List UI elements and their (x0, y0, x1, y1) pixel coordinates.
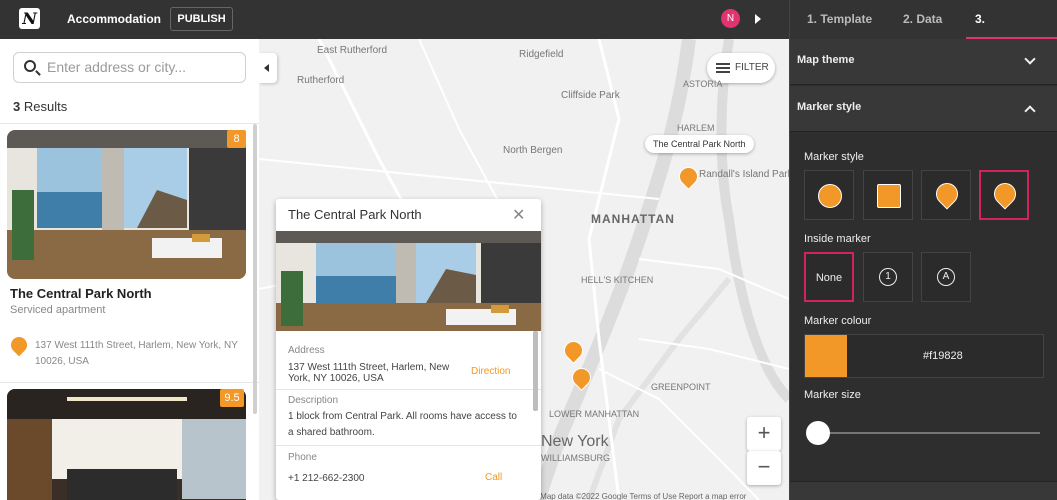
inside-marker-letter[interactable]: A (921, 252, 971, 302)
marker-size-slider[interactable] (810, 432, 1040, 434)
inside-marker-label: Inside marker (804, 233, 871, 245)
listing-image[interactable] (7, 389, 246, 500)
divider (0, 123, 259, 124)
section-title: Marker style (797, 101, 862, 113)
map-label: ASTORIA (683, 79, 723, 89)
marker-style-section[interactable]: Marker style (790, 86, 1057, 132)
listing-address: 137 West 111th Street, Harlem, New York,… (35, 340, 238, 367)
description-label: Description (288, 395, 339, 406)
map-theme-section[interactable]: Map theme (790, 39, 1057, 85)
app-title: Accommodation (67, 12, 162, 26)
circle-marker-icon (818, 184, 842, 208)
popup-address: 137 West 111th Street, Harlem, New York,… (288, 362, 450, 384)
scrollbar[interactable] (253, 124, 257, 414)
divider (0, 382, 259, 383)
rating-badge: 8 (227, 130, 246, 148)
map-label: Randall's Island Park (699, 169, 789, 180)
marker-colour-label: Marker colour (804, 315, 872, 327)
zoom-in-button[interactable]: + (747, 417, 781, 451)
tab-customise[interactable]: 3. Customise (966, 0, 1057, 64)
filter-icon (716, 63, 730, 73)
zoom-out-button[interactable]: − (747, 451, 781, 485)
colour-hex[interactable]: #f19828 (923, 350, 963, 362)
inside-marker-none[interactable]: None (804, 252, 854, 302)
listing-image[interactable] (7, 130, 246, 279)
marker-colour-picker[interactable]: #f19828 (804, 334, 1044, 378)
chevron-down-icon[interactable] (1024, 53, 1036, 65)
marker-style-circle[interactable] (804, 170, 854, 220)
tab-template[interactable]: 1. Template (807, 0, 872, 39)
popup-image (276, 231, 541, 331)
map-label: Cliffside Park (561, 90, 620, 101)
letter-icon: A (937, 268, 955, 286)
chevron-up-icon[interactable] (1024, 105, 1036, 117)
top-bar: N Accommodation PUBLISH N (0, 0, 789, 39)
popup-phone: +1 212-662-2300 (288, 473, 365, 484)
divider (276, 389, 541, 390)
results-panel: 3 Results 8 The Central Park North Servi… (0, 39, 259, 500)
tab-bar: 1. Template 2. Data 3. Customise (790, 0, 1057, 64)
listing-type: Serviced apartment (10, 304, 106, 316)
search-icon (24, 60, 36, 72)
divider (276, 445, 541, 446)
square-marker-icon (877, 184, 901, 208)
marker-tooltip: The Central Park North (645, 135, 754, 153)
number-icon: 1 (879, 268, 897, 286)
colour-swatch[interactable] (805, 335, 847, 377)
avatar[interactable]: N (721, 9, 740, 28)
rating-badge: 9.5 (220, 389, 244, 407)
publish-button[interactable]: PUBLISH (170, 7, 233, 31)
search-box[interactable] (13, 52, 246, 83)
map-label: LOWER MANHATTAN (549, 409, 640, 419)
chevron-right-icon[interactable] (755, 14, 761, 24)
map-label: East Rutherford (317, 45, 388, 56)
map[interactable]: FILTER East Rutherford Rutherford Ridgef… (259, 39, 789, 500)
slider-handle[interactable] (806, 421, 830, 445)
map-pin-icon (7, 333, 31, 357)
app-logo[interactable]: N (19, 8, 40, 29)
phone-label: Phone (288, 452, 317, 463)
address-label: Address (288, 345, 325, 356)
pin-marker-icon (989, 178, 1021, 210)
map-label: MANHATTAN (591, 212, 675, 226)
direction-link[interactable]: Direction (471, 366, 510, 377)
map-label: North Bergen (503, 145, 563, 156)
map-label: HARLEM (677, 123, 715, 133)
map-label: Rutherford (297, 75, 345, 86)
call-link[interactable]: Call (485, 472, 502, 483)
option-label: None (815, 272, 843, 284)
map-label: New York (541, 433, 609, 450)
collapse-panel-button[interactable] (259, 53, 277, 83)
close-icon[interactable]: ✕ (512, 205, 525, 225)
marker-style-pin-outline[interactable] (979, 170, 1029, 220)
marker-size-label: Marker size (804, 389, 861, 401)
pin-marker-icon (931, 178, 963, 210)
search-input[interactable] (47, 59, 237, 75)
map-label: WILLIAMSBURG (541, 453, 611, 463)
scrollbar[interactable] (533, 331, 538, 411)
marker-style-square[interactable] (863, 170, 913, 220)
popup-description: 1 block from Central Park. All rooms hav… (288, 411, 517, 438)
results-count: 3 Results (13, 99, 68, 114)
tab-data[interactable]: 2. Data (903, 0, 942, 39)
info-popup: The Central Park North ✕ Address 137 Wes… (276, 199, 541, 500)
map-label: HELL'S KITCHEN (581, 275, 654, 285)
map-label: GREENPOINT (651, 382, 711, 392)
section-title: Map theme (797, 54, 855, 66)
popup-title: The Central Park North (288, 207, 422, 222)
listing-title[interactable]: The Central Park North (10, 286, 152, 301)
filter-label: FILTER (735, 62, 769, 73)
map-label: Ridgefield (519, 49, 564, 60)
marker-style-label: Marker style (804, 151, 864, 163)
next-section[interactable] (790, 481, 1057, 500)
marker-style-pin[interactable] (921, 170, 971, 220)
inside-marker-number[interactable]: 1 (863, 252, 913, 302)
customise-panel: 1. Template 2. Data 3. Customise Map the… (789, 0, 1057, 500)
